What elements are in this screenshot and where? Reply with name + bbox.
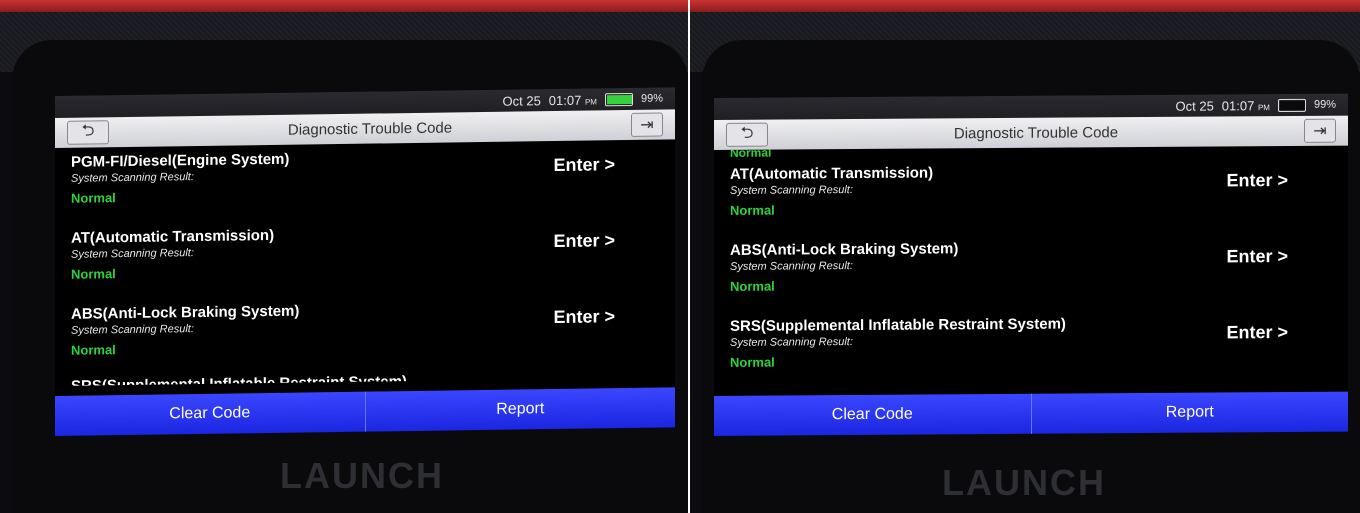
- enter-button[interactable]: Enter >: [1226, 322, 1288, 343]
- exit-icon[interactable]: ⇥: [630, 112, 663, 137]
- back-arrow-icon[interactable]: ⮌: [67, 120, 109, 145]
- scan-result-value: Normal: [730, 202, 775, 218]
- status-date: Oct 25: [502, 92, 541, 109]
- left-photo: Oct 25 01:07 PM 99% ⮌ Diagnostic Trouble…: [0, 0, 688, 513]
- system-item: ABS(Anti-Lock Braking System) System Sca…: [55, 291, 675, 376]
- system-item: AT(Automatic Transmission) System Scanni…: [714, 156, 1348, 236]
- scan-result-value: Normal: [71, 190, 116, 206]
- scan-result-value: Normal: [71, 266, 116, 282]
- battery-icon: [1277, 98, 1306, 112]
- scan-result-value: Normal: [730, 354, 775, 370]
- right-photo: Oct 25 01:07 PM 99% ⮌ Diagnostic Trouble…: [690, 0, 1360, 513]
- system-item: ABS(Anti-Lock Braking System) System Sca…: [714, 232, 1348, 312]
- enter-button[interactable]: Enter >: [1226, 170, 1288, 191]
- system-list: Normal AT(Automatic Transmission) System…: [714, 146, 1348, 398]
- brand-logo: LAUNCH: [942, 462, 1106, 503]
- page-title: Diagnostic Trouble Code: [953, 123, 1119, 142]
- scan-result-value: Normal: [71, 342, 116, 358]
- enter-button[interactable]: Enter >: [553, 306, 615, 328]
- exit-icon[interactable]: ⇥: [1303, 118, 1336, 143]
- device-red-edge: [0, 0, 688, 12]
- system-item: SRS(Supplemental Inflatable Restraint Sy…: [714, 308, 1348, 388]
- system-item: PGM-FI/Diesel(Engine System) System Scan…: [55, 139, 675, 224]
- enter-button[interactable]: Enter >: [1226, 246, 1288, 267]
- enter-button[interactable]: Enter >: [553, 230, 615, 252]
- system-item: AT(Automatic Transmission) System Scanni…: [55, 215, 675, 300]
- device-screen: Oct 25 01:07 PM 99% ⮌ Diagnostic Trouble…: [714, 93, 1348, 436]
- status-time: 01:07 PM: [1221, 97, 1270, 113]
- battery-icon: [604, 92, 633, 106]
- bottom-action-bar: Clear Code Report: [714, 391, 1348, 436]
- device-red-edge: [690, 0, 1360, 12]
- scan-result-value: Normal: [730, 278, 775, 294]
- report-button[interactable]: Report: [1030, 391, 1348, 434]
- device-screen: Oct 25 01:07 PM 99% ⮌ Diagnostic Trouble…: [55, 87, 675, 437]
- status-time: 01:07 PM: [548, 92, 597, 108]
- enter-button[interactable]: Enter >: [553, 154, 615, 176]
- clear-code-button[interactable]: Clear Code: [55, 392, 365, 436]
- brand-logo: LAUNCH: [280, 455, 444, 496]
- battery-percent: 99%: [1313, 98, 1336, 111]
- status-date: Oct 25: [1175, 98, 1214, 114]
- battery-percent: 99%: [640, 92, 663, 105]
- report-button[interactable]: Report: [364, 387, 675, 432]
- title-bar: ⮌ Diagnostic Trouble Code ⇥: [714, 115, 1348, 150]
- back-arrow-icon[interactable]: ⮌: [726, 122, 768, 147]
- page-title: Diagnostic Trouble Code: [287, 118, 453, 139]
- clear-code-button[interactable]: Clear Code: [714, 394, 1031, 436]
- system-list: PGM-FI/Diesel(Engine System) System Scan…: [55, 139, 675, 396]
